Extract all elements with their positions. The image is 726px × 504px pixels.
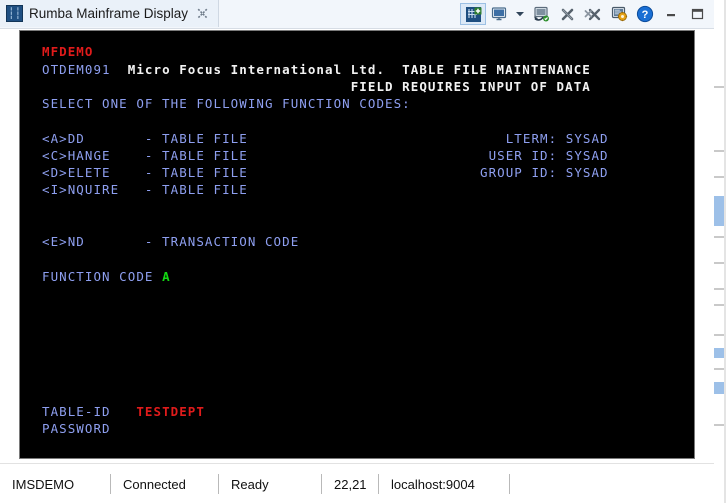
terminal-line-message-line: FIELD REQUIRES INPUT OF DATA (42, 78, 591, 95)
terminal-display[interactable]: MFDEMO OTDEM091 Micro Focus International… (19, 30, 695, 459)
terminal-text-group-id-line-0: GROUP ID: SYSAD (480, 165, 609, 180)
terminal-text-function-add-0: <A>DD - TABLE FILE (42, 131, 248, 146)
svg-text:?: ? (642, 9, 649, 21)
terminal-line-select-prompt: SELECT ONE OF THE FOLLOWING FUNCTION COD… (42, 95, 411, 112)
terminal-screen[interactable]: MFDEMO OTDEM091 Micro Focus International… (20, 31, 694, 458)
terminal-line-function-change: <C>HANGE - TABLE FILE (42, 147, 248, 164)
status-bar: IMSDEMO Connected Ready 22,21 localhost:… (0, 463, 714, 504)
terminal-text-select-prompt-0: SELECT ONE OF THE FOLLOWING FUNCTION COD… (42, 96, 411, 111)
status-host: localhost:9004 (379, 471, 509, 497)
status-divider (509, 474, 510, 494)
terminal-line-user-id-line: USER ID: SYSAD (480, 147, 609, 164)
new-terminal-icon[interactable] (460, 3, 486, 25)
terminal-text-lterm-line-0: LTERM: SYSAD (480, 131, 609, 146)
status-session-name: IMSDEMO (0, 471, 110, 497)
terminal-text-screen-id-title-1: Micro Focus International Ltd. TABLE FIL… (111, 62, 591, 77)
toolbar: ? (460, 3, 710, 25)
terminal-text-password-line-0: PASSWORD (42, 421, 111, 436)
close-icon[interactable] (195, 6, 210, 21)
status-connection-state: Connected (111, 471, 218, 497)
terminal-text-user-id-line-0: USER ID: SYSAD (480, 148, 609, 163)
mainframe-terminal-icon: ┆┆ (6, 5, 23, 22)
tab-bar: ┆┆ Rumba Mainframe Display (0, 0, 714, 29)
minimize-icon[interactable] (658, 3, 684, 25)
terminal-text-table-id-line-1: TESTDEPT (136, 404, 205, 419)
help-icon[interactable]: ? (632, 3, 658, 25)
disconnect-all-icon[interactable] (580, 3, 606, 25)
reconnect-icon[interactable] (528, 3, 554, 25)
terminal-line-lterm-line: LTERM: SYSAD (480, 130, 609, 147)
terminal-line-function-end: <E>ND - TRANSACTION CODE (42, 233, 299, 250)
terminal-line-function-inquire: <I>NQUIRE - TABLE FILE (42, 181, 248, 198)
terminal-line-function-add: <A>DD - TABLE FILE (42, 130, 248, 147)
terminal-text-system-name-0: MFDEMO (42, 44, 93, 59)
terminal-text-message-line-0: FIELD REQUIRES INPUT OF DATA (42, 79, 591, 94)
terminal-text-table-id-line-0: TABLE-ID (42, 404, 136, 419)
terminal-text-function-code-line-0: FUNCTION CODE (42, 269, 162, 284)
terminal-text-function-end-0: <E>ND - TRANSACTION CODE (42, 234, 299, 249)
tab-rumba-mainframe-display[interactable]: ┆┆ Rumba Mainframe Display (0, 0, 219, 27)
terminal-line-function-delete: <D>ELETE - TABLE FILE (42, 164, 248, 181)
terminal-text-screen-id-title-0: OTDEM091 (42, 62, 111, 77)
screen-settings-icon[interactable] (606, 3, 632, 25)
disconnect-icon[interactable] (554, 3, 580, 25)
terminal-line-table-id-line: TABLE-ID TESTDEPT (42, 403, 205, 420)
terminal-line-group-id-line: GROUP ID: SYSAD (480, 164, 609, 181)
maximize-icon[interactable] (684, 3, 710, 25)
tab-title: Rumba Mainframe Display (29, 6, 188, 21)
status-cursor-position: 22,21 (322, 471, 378, 497)
terminal-text-function-delete-0: <D>ELETE - TABLE FILE (42, 165, 248, 180)
terminal-text-function-inquire-0: <I>NQUIRE - TABLE FILE (42, 182, 248, 197)
terminal-line-function-code-line: FUNCTION CODE A (42, 268, 171, 285)
terminal-line-system-name: MFDEMO (42, 43, 93, 60)
rumba-mainframe-display-window: ┆┆ Rumba Mainframe Display (0, 0, 714, 503)
status-ready-state: Ready (219, 471, 321, 497)
monitor-icon[interactable] (486, 3, 512, 25)
terminal-text-function-change-0: <C>HANGE - TABLE FILE (42, 148, 248, 163)
terminal-text-function-code-line-1: A (162, 269, 171, 284)
chevron-down-icon[interactable] (512, 3, 528, 25)
terminal-line-password-line: PASSWORD (42, 420, 111, 437)
terminal-line-screen-id-title: OTDEM091 Micro Focus International Ltd. … (42, 61, 591, 78)
